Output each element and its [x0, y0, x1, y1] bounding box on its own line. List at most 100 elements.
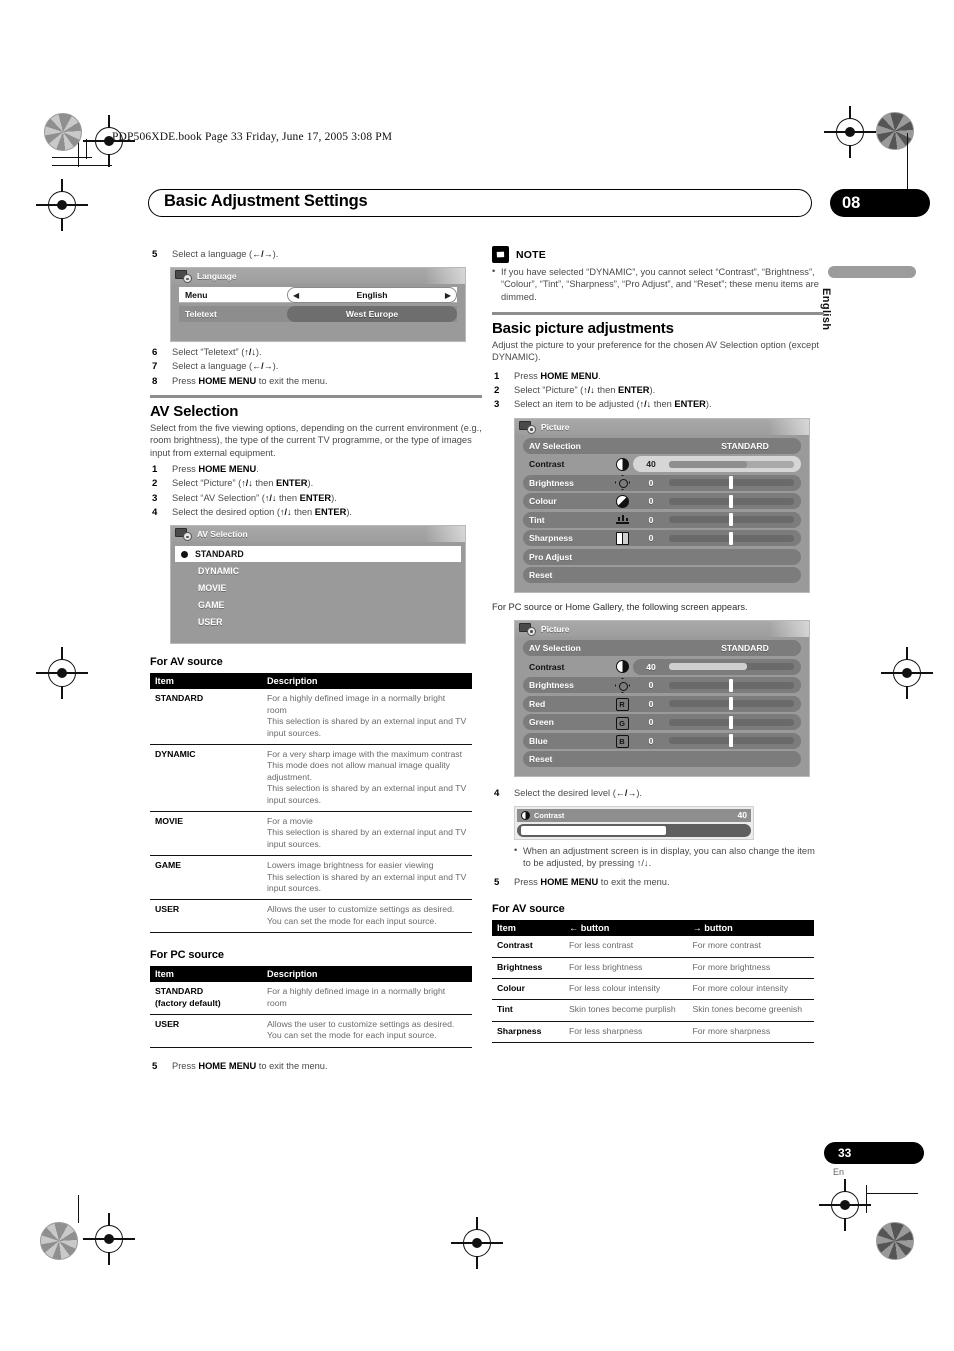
level-step: 4 Select the desired level (←/→). — [492, 787, 824, 800]
osd-row-menu[interactable]: Menu ◀ English ▶ — [179, 287, 457, 304]
osd-row-tint[interactable]: Tint 0 — [523, 511, 801, 528]
step-item: 6 Select “Teletext” (↑/↓). — [152, 346, 262, 358]
osd-row-contrast[interactable]: Contrast 40 — [523, 456, 801, 473]
slider-track[interactable] — [669, 734, 794, 748]
osd-row-sharpness[interactable]: Sharpness 0 — [523, 530, 801, 547]
osd-row-brightness[interactable]: Brightness 0 — [523, 474, 801, 491]
table-row: MOVIE For a movie This selection is share… — [150, 811, 472, 857]
blue-icon: B — [611, 733, 633, 749]
tint-slider[interactable]: 0 — [633, 511, 801, 528]
cell-left: For less sharpness — [564, 1021, 688, 1044]
slider-track[interactable] — [669, 476, 794, 490]
brightness-slider[interactable]: 0 — [633, 677, 801, 694]
chapter-header: Basic Adjustment Settings 08 — [148, 133, 930, 219]
cell-item: Tint — [492, 999, 564, 1022]
osd-row-colour[interactable]: Colour 0 — [523, 493, 801, 510]
slider-track[interactable] — [669, 460, 794, 468]
osd-titlebar: AV Selection — [171, 526, 465, 543]
note-bullets: If you have selected “DYNAMIC”, you cann… — [492, 265, 824, 303]
osd-row-av-selection[interactable]: AV Selection STANDARD — [523, 640, 801, 657]
page-number-badge: 33 — [824, 1142, 924, 1164]
tv-settings-icon — [175, 528, 192, 542]
slider-track[interactable] — [669, 531, 794, 545]
red-slider[interactable]: 0 — [633, 695, 801, 712]
step-item: 7 Select a language (←/→). — [152, 361, 279, 373]
cell-item: DYNAMIC — [150, 744, 262, 813]
crop-mark — [52, 165, 112, 167]
slider-track[interactable] — [669, 494, 794, 508]
step-item: 1 Press HOME MENU. — [152, 463, 259, 475]
osd-row-pro-adjust[interactable]: Pro Adjust — [523, 548, 801, 565]
left-right-arrows: ←/→ — [252, 249, 273, 259]
av-selection-osd-screenshot: AV Selection STANDARD DYNAMIC MOVIE GAME… — [170, 525, 466, 645]
osd-row-teletext[interactable]: Teletext West Europe — [179, 305, 457, 322]
teletext-value-selector[interactable]: West Europe — [287, 305, 457, 322]
av-source-table: Item Description STANDARD For a highly de… — [150, 673, 472, 934]
contrast-slider[interactable]: 40 — [633, 658, 801, 675]
left-arrow-icon[interactable]: ◀ — [293, 291, 299, 300]
av-selection-value-pill[interactable]: STANDARD — [689, 640, 801, 657]
cell-right: For more sharpness — [687, 1021, 814, 1044]
av-selection-value: STANDARD — [721, 643, 769, 654]
adjust-osd-slider[interactable] — [517, 823, 751, 837]
manual-page: PDP506XDE.book Page 33 Friday, June 17, … — [0, 0, 954, 1351]
step-item: 2 Select “Picture” (↑/↓ then ENTER). — [152, 478, 314, 490]
cell-item: USER — [150, 899, 262, 934]
sharpness-slider[interactable]: 0 — [633, 530, 801, 547]
slider-track[interactable] — [669, 663, 794, 671]
osd-option-label: MOVIE — [198, 583, 227, 594]
button-table-heading: For AV source — [492, 903, 565, 916]
osd-row-av-selection[interactable]: AV Selection STANDARD — [523, 437, 801, 454]
slider-track[interactable] — [669, 715, 794, 729]
basic-picture-heading: Basic picture adjustments — [492, 320, 674, 338]
table-row: Brightness For less brightness For more br… — [492, 957, 814, 979]
osd-row-label: Teletext — [185, 308, 217, 319]
osd-row-brightness[interactable]: Brightness 0 — [523, 677, 801, 694]
colour-slider[interactable]: 0 — [633, 493, 801, 510]
brightness-value: 0 — [648, 680, 654, 691]
contrast-slider[interactable]: 40 — [633, 456, 801, 473]
cell-desc: For a highly defined image in a normally… — [262, 689, 472, 745]
cell-desc: For a movie This selection is shared by … — [262, 811, 472, 857]
cell-item: USER — [150, 1014, 262, 1048]
osd-row-reset[interactable]: Reset — [523, 567, 801, 584]
slider-track[interactable] — [669, 697, 794, 711]
osd-row-contrast[interactable]: Contrast 40 — [523, 658, 801, 675]
osd-rows: AV Selection STANDARD Contrast 40 Bright… — [515, 637, 809, 768]
osd-option-game[interactable]: GAME — [171, 597, 465, 613]
sharpness-value: 0 — [648, 533, 654, 544]
cell-item: STANDARD (factory default) — [150, 982, 262, 1016]
slider-track[interactable] — [669, 513, 794, 527]
av-selection-heading: AV Selection — [150, 403, 239, 421]
cell-right: For more brightness — [687, 957, 814, 979]
osd-row-green[interactable]: Green G 0 — [523, 714, 801, 731]
print-density-patch — [876, 1222, 914, 1260]
osd-option-dynamic[interactable]: DYNAMIC — [171, 563, 465, 579]
osd-row-empty — [179, 324, 457, 332]
language-value-selector[interactable]: ◀ English ▶ — [287, 287, 457, 304]
osd-row-red[interactable]: Red R 0 — [523, 695, 801, 712]
step-item: 2 Select “Picture” (↑/↓ then ENTER). — [494, 385, 656, 397]
sharpness-icon — [611, 531, 633, 545]
osd-option-movie[interactable]: MOVIE — [171, 580, 465, 596]
osd-row-blue[interactable]: Blue B 0 — [523, 732, 801, 749]
av-selection-value-pill[interactable]: STANDARD — [689, 437, 801, 454]
tint-value: 0 — [648, 514, 654, 525]
registration-mark — [819, 1179, 871, 1231]
note-item: If you have selected “DYNAMIC”, you cann… — [492, 265, 824, 303]
brightness-slider[interactable]: 0 — [633, 474, 801, 491]
registration-mark — [824, 106, 876, 158]
osd-row-label: Reset — [529, 754, 553, 765]
blue-slider[interactable]: 0 — [633, 732, 801, 749]
cell-desc: Lowers image brightness for easier viewi… — [262, 855, 472, 901]
osd-option-user[interactable]: USER — [171, 614, 465, 630]
green-slider[interactable]: 0 — [633, 714, 801, 731]
osd-row-reset[interactable]: Reset — [523, 751, 801, 768]
slider-track[interactable] — [669, 678, 794, 692]
osd-row-label: AV Selection — [529, 643, 581, 654]
right-arrow-icon[interactable]: ▶ — [445, 291, 451, 300]
teletext-value: West Europe — [345, 308, 399, 319]
pc-final-step: 5 Press HOME MENU to exit the menu. — [150, 1060, 482, 1073]
osd-option-standard[interactable]: STANDARD — [175, 546, 461, 563]
cell-item: GAME — [150, 855, 262, 901]
